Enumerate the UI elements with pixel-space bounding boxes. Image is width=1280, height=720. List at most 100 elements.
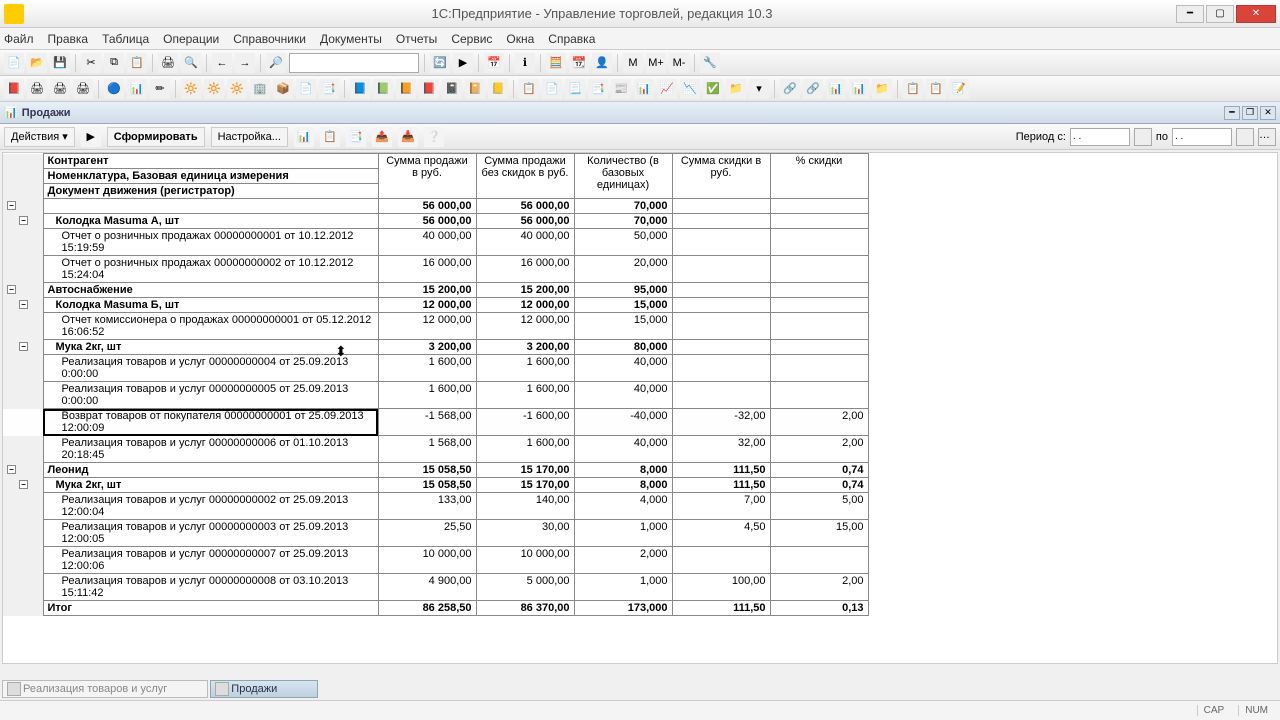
menu-service[interactable]: Сервис bbox=[451, 32, 492, 46]
tb2-icon[interactable]: 📰 bbox=[611, 79, 631, 99]
report-area[interactable]: Контрагент Сумма продажи в руб. Сумма пр… bbox=[2, 152, 1278, 664]
cell[interactable]: 1 568,00 bbox=[378, 436, 476, 463]
table-row[interactable]: −Леонид15 058,5015 170,008,000111,500,74 bbox=[3, 463, 868, 478]
search-icon[interactable]: 🔎 bbox=[266, 53, 286, 73]
row-label[interactable]: Автоснабжение bbox=[43, 283, 378, 298]
menu-catalogs[interactable]: Справочники bbox=[233, 32, 306, 46]
tb2-icon[interactable]: 📑 bbox=[319, 79, 339, 99]
cell[interactable]: 111,50 bbox=[672, 463, 770, 478]
cell[interactable]: 30,00 bbox=[476, 520, 574, 547]
table-row[interactable]: −Колодка Masuma А, шт56 000,0056 000,007… bbox=[3, 214, 868, 229]
tb2-icon[interactable]: 📋 bbox=[519, 79, 539, 99]
header-nomenclature[interactable]: Номенклатура, Базовая единица измерения bbox=[43, 169, 378, 184]
cell[interactable]: 25,50 bbox=[378, 520, 476, 547]
cell[interactable] bbox=[672, 547, 770, 574]
cell[interactable]: 56 000,00 bbox=[476, 214, 574, 229]
ab-icon[interactable]: 📥 bbox=[398, 127, 418, 147]
tb2-icon[interactable]: ✏ bbox=[150, 79, 170, 99]
row-label[interactable]: Отчет о розничных продажах 00000000002 о… bbox=[43, 256, 378, 283]
close-button[interactable]: ✕ bbox=[1236, 5, 1276, 23]
table-row[interactable]: Итог86 258,5086 370,00173,000111,500,13 bbox=[3, 601, 868, 616]
date-from-input[interactable] bbox=[1070, 128, 1130, 146]
paste-icon[interactable]: 📋 bbox=[127, 53, 147, 73]
cell[interactable]: 3 200,00 bbox=[476, 340, 574, 355]
tb2-icon[interactable]: 📊 bbox=[849, 79, 869, 99]
tb2-icon[interactable]: 📝 bbox=[949, 79, 969, 99]
expand-icon[interactable]: − bbox=[19, 300, 28, 309]
tb2-icon[interactable]: 📓 bbox=[442, 79, 462, 99]
cell[interactable]: 12 000,00 bbox=[378, 298, 476, 313]
tb2-icon[interactable]: 🖨 bbox=[50, 79, 70, 99]
row-label[interactable]: Возврат товаров от покупателя 0000000000… bbox=[43, 409, 378, 436]
cell[interactable]: 40,000 bbox=[574, 355, 672, 382]
table-row[interactable]: Отчет комиссионера о продажах 0000000000… bbox=[3, 313, 868, 340]
minimize-button[interactable]: ━ bbox=[1176, 5, 1204, 23]
cell[interactable]: 95,000 bbox=[574, 283, 672, 298]
expand-icon[interactable]: − bbox=[19, 216, 28, 225]
settings-button[interactable]: Настройка... bbox=[211, 127, 288, 147]
cell[interactable]: 15 170,00 bbox=[476, 478, 574, 493]
cell[interactable] bbox=[672, 229, 770, 256]
row-label[interactable]: Колодка Masuma Б, шт bbox=[43, 298, 378, 313]
menu-reports[interactable]: Отчеты bbox=[396, 32, 437, 46]
tb2-icon[interactable]: 🔆 bbox=[204, 79, 224, 99]
tb2-icon[interactable]: 📔 bbox=[465, 79, 485, 99]
tb2-icon[interactable]: 🔆 bbox=[227, 79, 247, 99]
preview-icon[interactable]: 🔍 bbox=[181, 53, 201, 73]
cell[interactable]: 86 370,00 bbox=[476, 601, 574, 616]
bottom-tab-sales[interactable]: Продажи bbox=[210, 680, 318, 698]
cell[interactable]: 15 170,00 bbox=[476, 463, 574, 478]
tb2-icon[interactable]: 🔗 bbox=[780, 79, 800, 99]
tb2-icon[interactable]: 📘 bbox=[350, 79, 370, 99]
table-row[interactable]: Реализация товаров и услуг 00000000002 о… bbox=[3, 493, 868, 520]
copy-icon[interactable]: ⧉ bbox=[104, 53, 124, 73]
forward-icon[interactable]: → bbox=[235, 53, 255, 73]
row-label[interactable]: Реализация товаров и услуг 00000000006 о… bbox=[43, 436, 378, 463]
cell[interactable]: 1 600,00 bbox=[476, 355, 574, 382]
cell[interactable]: 2,00 bbox=[770, 436, 868, 463]
cell[interactable] bbox=[672, 256, 770, 283]
cell[interactable] bbox=[770, 382, 868, 409]
cell[interactable]: 8,000 bbox=[574, 478, 672, 493]
cell[interactable]: 2,000 bbox=[574, 547, 672, 574]
cell[interactable]: 86 258,50 bbox=[378, 601, 476, 616]
ab-icon[interactable]: 📋 bbox=[320, 127, 340, 147]
cell[interactable]: 0,74 bbox=[770, 478, 868, 493]
cell[interactable]: 12 000,00 bbox=[378, 313, 476, 340]
help-icon[interactable]: ❔ bbox=[424, 127, 444, 147]
menu-edit[interactable]: Правка bbox=[48, 32, 89, 46]
cell[interactable]: 4,000 bbox=[574, 493, 672, 520]
row-label[interactable]: Мука 2кг, шт bbox=[43, 340, 378, 355]
bottom-tab-realization[interactable]: Реализация товаров и услуг bbox=[2, 680, 208, 698]
calendar-icon[interactable]: 📅 bbox=[484, 53, 504, 73]
row-label[interactable]: Реализация товаров и услуг 00000000003 о… bbox=[43, 520, 378, 547]
table-row[interactable]: Реализация товаров и услуг 00000000003 о… bbox=[3, 520, 868, 547]
row-label[interactable]: Леонид bbox=[43, 463, 378, 478]
tb2-icon[interactable]: 📄 bbox=[542, 79, 562, 99]
table-row[interactable]: −Мука 2кг, шт15 058,5015 170,008,000111,… bbox=[3, 478, 868, 493]
tb2-icon[interactable]: 📊 bbox=[127, 79, 147, 99]
print-icon[interactable]: 🖨 bbox=[158, 53, 178, 73]
cell[interactable]: 15 200,00 bbox=[476, 283, 574, 298]
table-row[interactable]: Возврат товаров от покупателя 0000000000… bbox=[3, 409, 868, 436]
header-sum-sales[interactable]: Сумма продажи в руб. bbox=[378, 154, 476, 199]
cell[interactable]: 16 000,00 bbox=[476, 256, 574, 283]
cell[interactable]: 70,000 bbox=[574, 199, 672, 214]
table-row[interactable]: −Колодка Masuma Б, шт12 000,0012 000,001… bbox=[3, 298, 868, 313]
ab-icon[interactable]: 📤 bbox=[372, 127, 392, 147]
info-icon[interactable]: ℹ bbox=[515, 53, 535, 73]
tb2-icon[interactable]: 📙 bbox=[396, 79, 416, 99]
tb2-icon[interactable]: 📋 bbox=[926, 79, 946, 99]
header-discount-sum[interactable]: Сумма скидки в руб. bbox=[672, 154, 770, 199]
table-row[interactable]: Реализация товаров и услуг 00000000005 о… bbox=[3, 382, 868, 409]
row-label[interactable]: Отчет о розничных продажах 00000000001 о… bbox=[43, 229, 378, 256]
cell[interactable]: 40 000,00 bbox=[378, 229, 476, 256]
search-input[interactable] bbox=[289, 53, 419, 73]
date-to-input[interactable] bbox=[1172, 128, 1232, 146]
cell[interactable]: 1 600,00 bbox=[476, 382, 574, 409]
new-icon[interactable]: 📄 bbox=[4, 53, 24, 73]
table-row[interactable]: Реализация товаров и услуг 00000000006 о… bbox=[3, 436, 868, 463]
refresh-icon[interactable]: 🔄 bbox=[430, 53, 450, 73]
menu-operations[interactable]: Операции bbox=[163, 32, 219, 46]
open-icon[interactable]: 📂 bbox=[27, 53, 47, 73]
